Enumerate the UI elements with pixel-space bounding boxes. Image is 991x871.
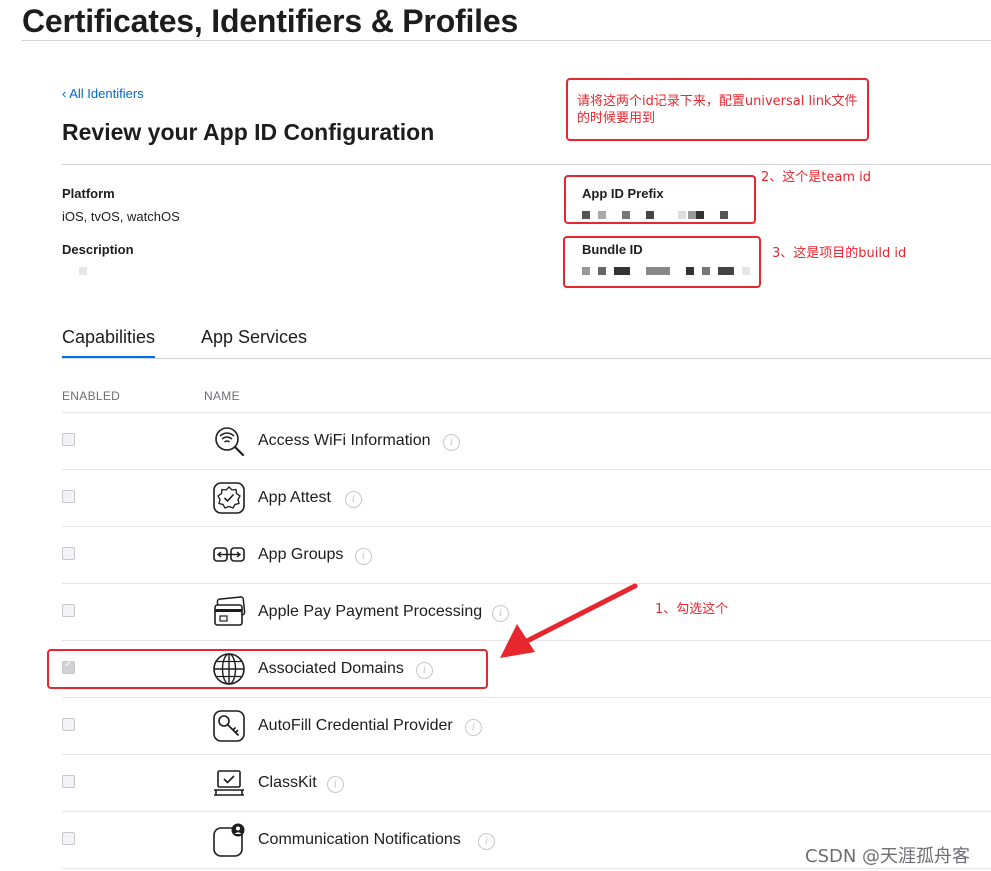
key-icon [213, 710, 245, 742]
capability-name: Access WiFi Information [258, 432, 431, 449]
row-divider [62, 526, 991, 527]
annotation-check-text: 1、勾选这个 [655, 602, 729, 617]
review-title: Review your App ID Configuration [62, 119, 435, 145]
notification-person-icon [213, 823, 245, 857]
annotation-note-text: 请将这两个id记录下来，配置universal link文件的时候要用到 [577, 94, 858, 126]
row-divider [62, 811, 991, 812]
row-divider [62, 469, 991, 470]
capability-checkbox-apple-pay[interactable] [62, 604, 75, 617]
annotation-app-id-prefix-box [564, 175, 756, 224]
capability-name: ClassKit [258, 774, 317, 791]
column-header-name: NAME [204, 389, 240, 403]
capability-checkbox-app-groups[interactable] [62, 547, 75, 560]
info-icon[interactable]: i [478, 833, 495, 850]
capability-name: App Attest [258, 489, 331, 506]
wifi-search-icon [215, 427, 245, 457]
app-groups-icon [213, 547, 245, 562]
review-divider [62, 164, 991, 165]
platform-value: iOS, tvOS, watchOS [62, 209, 180, 224]
capability-checkbox-access-wifi[interactable] [62, 433, 75, 446]
capability-checkbox-autofill[interactable] [62, 718, 75, 731]
row-divider [62, 697, 991, 698]
description-label: Description [62, 242, 134, 257]
info-icon[interactable]: i [345, 491, 362, 508]
info-icon[interactable]: i [465, 719, 482, 736]
row-divider [62, 868, 991, 869]
page-title: Certificates, Identifiers & Profiles [22, 3, 519, 39]
info-icon[interactable]: i [327, 776, 344, 793]
capability-name: Communication Notifications [258, 831, 461, 848]
classkit-icon [214, 770, 244, 796]
platform-label: Platform [62, 186, 115, 201]
csdn-watermark: CSDN @天涯孤舟客 [805, 846, 971, 867]
header-divider [22, 40, 991, 41]
tabs-divider [62, 358, 991, 359]
column-header-enabled: ENABLED [62, 389, 121, 403]
row-divider [62, 412, 991, 413]
capability-checkbox-classkit[interactable] [62, 775, 75, 788]
capability-name: AutoFill Credential Provider [258, 717, 453, 734]
credit-card-icon [214, 596, 246, 626]
description-redacted-value [79, 267, 87, 275]
capability-checkbox-app-attest[interactable] [62, 490, 75, 503]
row-divider [62, 754, 991, 755]
info-icon[interactable]: i [443, 434, 460, 451]
annotation-associated-domains-box [47, 649, 488, 689]
info-icon[interactable]: i [355, 548, 372, 565]
annotation-team-id-text: 2、这个是team id [761, 170, 871, 185]
tab-capabilities[interactable]: Capabilities [62, 327, 155, 348]
capability-name: App Groups [258, 546, 344, 563]
annotation-build-id-text: 3、这是项目的build id [772, 246, 907, 261]
capability-name: Apple Pay Payment Processing [258, 603, 483, 620]
tab-app-services[interactable]: App Services [201, 327, 307, 348]
capability-checkbox-communication-notifications[interactable] [62, 832, 75, 845]
badge-check-icon [213, 482, 245, 514]
annotation-arrow-icon [500, 583, 638, 658]
annotation-bundle-id-box [563, 236, 761, 288]
all-identifiers-link[interactable]: ‹ All Identifiers [62, 86, 144, 101]
